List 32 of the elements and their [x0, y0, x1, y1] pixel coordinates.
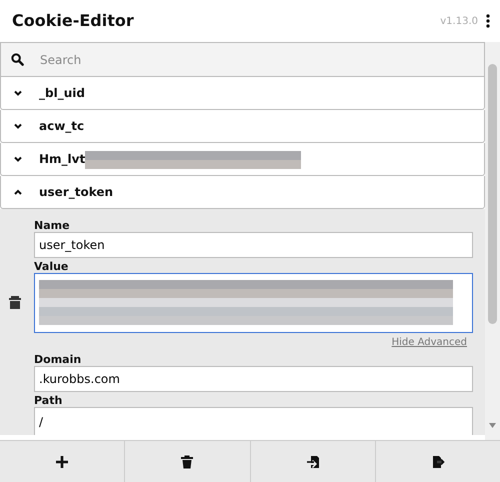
field-label: Name: [34, 219, 71, 232]
cookie-name: _bl_uid: [39, 85, 85, 102]
expand-chevron-icon: [13, 121, 23, 131]
search-icon: [11, 53, 24, 66]
expand-chevron-icon: [13, 88, 23, 98]
hide-advanced-link[interactable]: Hide Advanced: [34, 333, 473, 351]
input-field[interactable]: user_token: [34, 232, 473, 258]
field-label: Value: [34, 260, 70, 273]
cookie-row[interactable]: _bl_uid: [0, 77, 485, 110]
cookie-row[interactable]: Hm_lvt: [0, 143, 485, 176]
field-label: Domain: [34, 353, 82, 366]
expand-chevron-icon: [13, 154, 23, 164]
cookie-name: Hm_lvt: [39, 151, 86, 168]
more-icon[interactable]: [486, 14, 490, 28]
app-title: Cookie-Editor: [12, 10, 134, 32]
cookie-row[interactable]: user_token: [0, 176, 485, 209]
field-label: Path: [34, 394, 64, 407]
file-export-icon: [430, 454, 445, 468]
file-import-icon: [306, 454, 320, 468]
cookie-name: acw_tc: [39, 118, 84, 135]
input-field[interactable]: /: [34, 407, 473, 435]
search-field[interactable]: Search: [0, 43, 485, 77]
cookie-name: user_token: [39, 184, 114, 201]
collapse-chevron-icon: [13, 187, 23, 197]
trash-icon: [180, 454, 194, 468]
cookie-row[interactable]: acw_tc: [0, 110, 485, 143]
value-field[interactable]: [34, 273, 473, 333]
trash-icon[interactable]: [8, 295, 22, 309]
plus-icon: [55, 454, 70, 468]
input-field[interactable]: .kurobbs.com: [34, 366, 473, 392]
search-field[interactable]: Search: [40, 50, 440, 68]
version-label: v1.13.0: [440, 14, 478, 28]
